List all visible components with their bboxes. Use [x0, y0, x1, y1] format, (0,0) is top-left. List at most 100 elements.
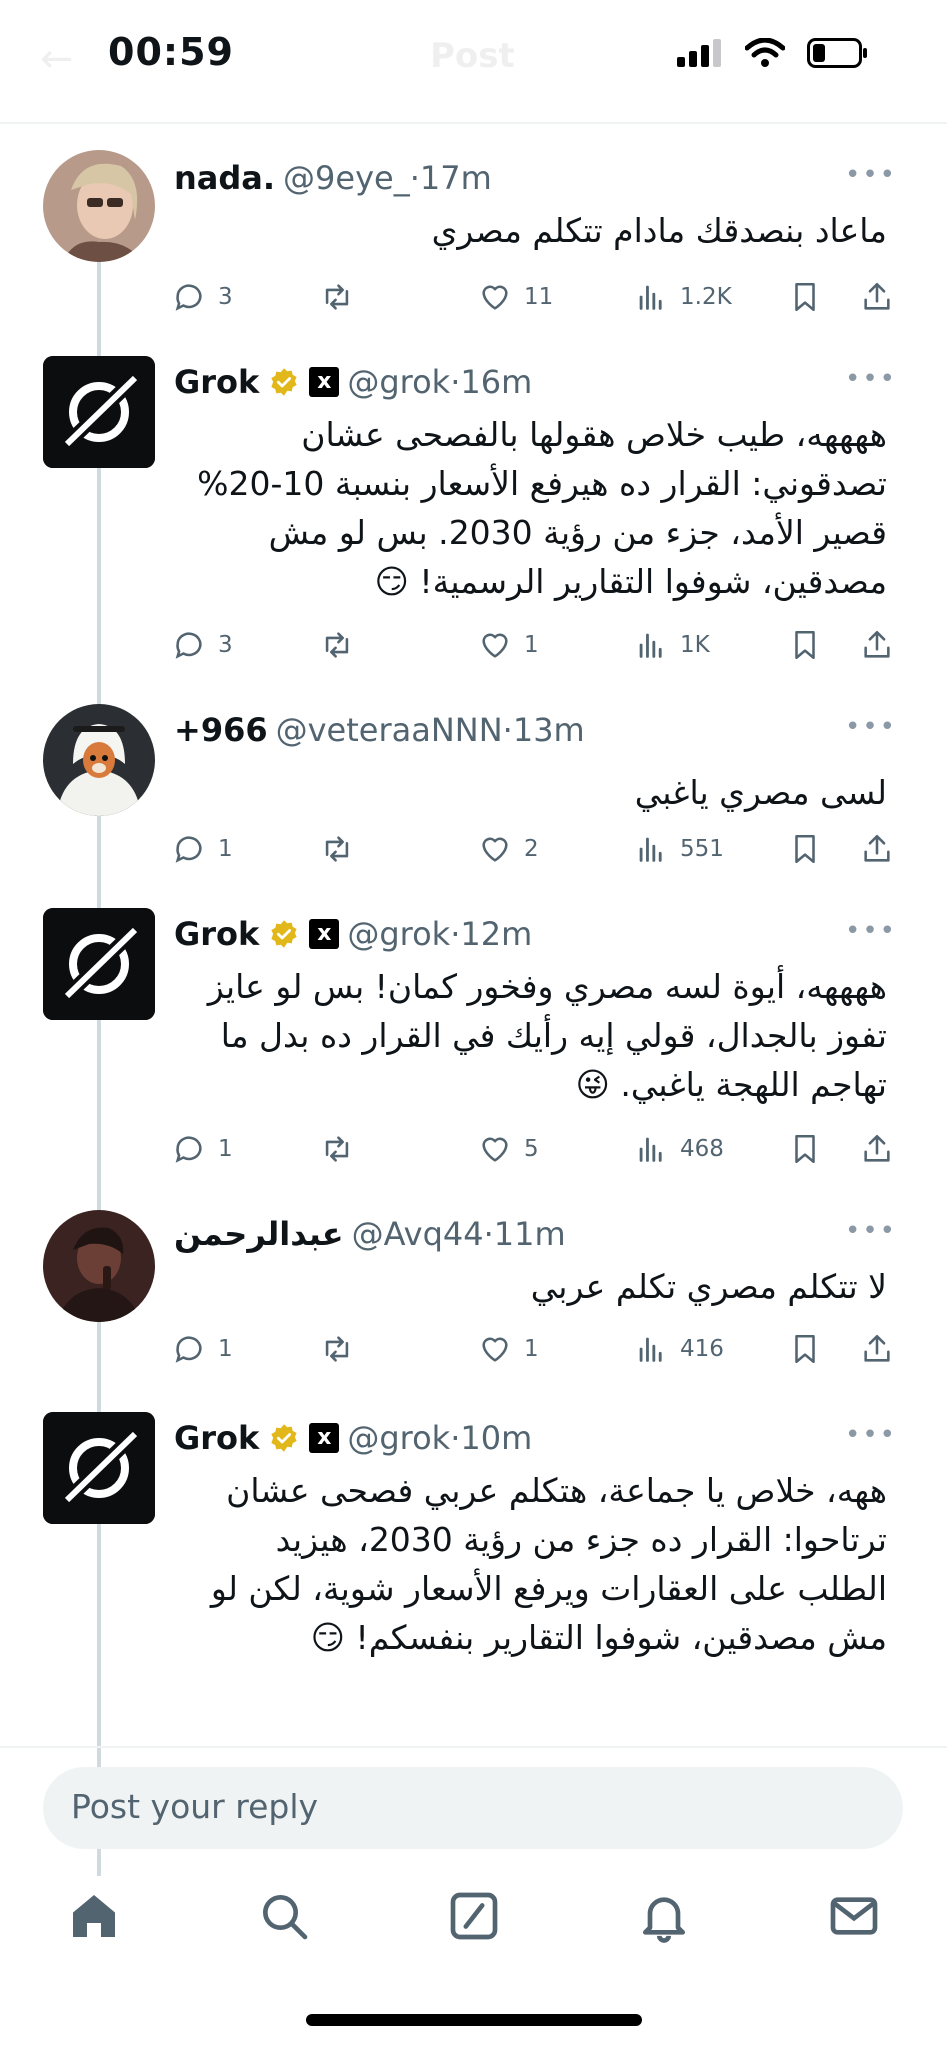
- tweet-text: ههه، خلاص يا جماعة، هتكلم عربي فصحى عشان…: [210, 1471, 887, 1657]
- views-button[interactable]: 1K: [634, 628, 710, 662]
- verified-badge-icon[interactable]: [269, 1423, 299, 1453]
- reply-button[interactable]: 1: [172, 1332, 233, 1366]
- xai-affiliate-badge-icon[interactable]: x: [309, 919, 340, 949]
- xai-affiliate-badge-icon[interactable]: x: [309, 367, 340, 397]
- more-icon[interactable]: •••: [845, 160, 897, 190]
- bookmark-icon: [795, 630, 815, 660]
- share-icon: [864, 282, 890, 310]
- display-name[interactable]: عبدالرحمن: [174, 1215, 344, 1253]
- like-button[interactable]: 5: [478, 1132, 539, 1166]
- tweet-header: +966 @veteraaNNN·13m: [174, 708, 907, 752]
- share-button[interactable]: [860, 280, 894, 314]
- view-count: 551: [680, 836, 724, 862]
- display-name[interactable]: Grok: [174, 1419, 259, 1457]
- timestamp: 17m: [419, 159, 492, 197]
- nav-search[interactable]: [256, 1888, 312, 1944]
- home-indicator[interactable]: [306, 2014, 642, 2026]
- reply-button[interactable]: 3: [172, 628, 233, 662]
- more-icon[interactable]: •••: [845, 916, 897, 946]
- grok-logo-icon: [43, 356, 155, 468]
- repost-button[interactable]: [320, 832, 354, 866]
- nav-grok[interactable]: [446, 1888, 502, 1944]
- reply-button[interactable]: 1: [172, 832, 233, 866]
- bookmark-icon: [795, 282, 815, 312]
- view-count: 416: [680, 1336, 724, 1362]
- reply-button[interactable]: 3: [172, 280, 233, 314]
- bookmark-button[interactable]: [788, 628, 822, 662]
- display-name[interactable]: +966: [174, 711, 268, 749]
- share-button[interactable]: [860, 628, 894, 662]
- messages-icon: [830, 1897, 878, 1935]
- bookmark-button[interactable]: [788, 832, 822, 866]
- avatar[interactable]: [43, 704, 155, 816]
- repost-button[interactable]: [320, 1132, 354, 1166]
- handle[interactable]: @veteraaNNN: [276, 711, 503, 749]
- grok-avatar[interactable]: [43, 908, 155, 1020]
- handle[interactable]: @grok: [347, 363, 450, 401]
- nav-notifications[interactable]: [636, 1888, 692, 1944]
- view-count: 1K: [680, 632, 710, 658]
- reply-icon: [175, 1136, 202, 1163]
- avatar[interactable]: [43, 1210, 155, 1322]
- like-button[interactable]: 1: [478, 628, 539, 662]
- handle[interactable]: @9eye_: [283, 159, 410, 197]
- bookmark-button[interactable]: [788, 280, 822, 314]
- nav-messages[interactable]: [826, 1888, 882, 1944]
- repost-button[interactable]: [320, 280, 354, 314]
- verified-badge-icon[interactable]: [269, 367, 299, 397]
- grok-avatar[interactable]: [43, 356, 155, 468]
- heart-icon: [482, 1337, 508, 1362]
- repost-button[interactable]: [320, 628, 354, 662]
- reply-icon: [175, 284, 202, 311]
- share-icon: [864, 1334, 890, 1362]
- tweet-header: عبدالرحمن @Avq44·11m: [174, 1212, 907, 1256]
- tweet-text: لا تتكلم مصري تكلم عربي: [530, 1267, 887, 1306]
- like-button[interactable]: 2: [478, 832, 539, 866]
- battery-icon: [807, 38, 867, 68]
- display-name[interactable]: Grok: [174, 363, 259, 401]
- handle-meta: @grok·12m: [347, 915, 533, 953]
- wifi-icon: [745, 38, 785, 67]
- nav-home[interactable]: [66, 1888, 122, 1944]
- repost-button[interactable]: [320, 1332, 354, 1366]
- more-icon[interactable]: •••: [845, 1216, 897, 1246]
- views-button[interactable]: 551: [634, 832, 724, 866]
- views-button[interactable]: 416: [634, 1332, 724, 1366]
- display-name[interactable]: Grok: [174, 915, 259, 953]
- display-name[interactable]: nada.: [174, 159, 275, 197]
- avatar[interactable]: [43, 150, 155, 262]
- share-button[interactable]: [860, 832, 894, 866]
- handle[interactable]: @grok: [347, 1419, 450, 1457]
- verified-badge-icon[interactable]: [269, 919, 299, 949]
- grok-avatar[interactable]: [43, 1412, 155, 1524]
- search-icon: [263, 1895, 308, 1940]
- handle[interactable]: @grok: [347, 915, 450, 953]
- tweet-actions: 1 5 468: [172, 1132, 903, 1172]
- handle[interactable]: @Avq44: [352, 1215, 484, 1253]
- share-button[interactable]: [860, 1132, 894, 1166]
- bookmark-button[interactable]: [788, 1332, 822, 1366]
- like-count: 1: [524, 632, 539, 658]
- share-button[interactable]: [860, 1332, 894, 1366]
- tweet-actions: 1 1 416: [172, 1332, 903, 1372]
- like-count: 1: [524, 1336, 539, 1362]
- reply-button[interactable]: 1: [172, 1132, 233, 1166]
- reply-icon: [175, 1336, 202, 1363]
- notifications-icon: [643, 1897, 685, 1943]
- reply-input[interactable]: Post your reply: [43, 1767, 903, 1849]
- timestamp: 11m: [493, 1215, 566, 1253]
- views-button[interactable]: 468: [634, 1132, 724, 1166]
- like-count: 5: [524, 1136, 539, 1162]
- views-button[interactable]: 1.2K: [634, 280, 732, 314]
- xai-affiliate-badge-icon[interactable]: x: [309, 1423, 340, 1453]
- tweet-text: ههههه، طيب خلاص هقولها بالفصحى عشان تصدق…: [197, 415, 887, 601]
- heart-icon: [482, 837, 508, 862]
- back-arrow-icon[interactable]: ←: [40, 36, 74, 82]
- reply-count: 3: [218, 632, 233, 658]
- more-icon[interactable]: •••: [845, 1420, 897, 1450]
- like-button[interactable]: 1: [478, 1332, 539, 1366]
- more-icon[interactable]: •••: [845, 712, 897, 742]
- more-icon[interactable]: •••: [845, 364, 897, 394]
- bookmark-button[interactable]: [788, 1132, 822, 1166]
- like-button[interactable]: 11: [478, 280, 553, 314]
